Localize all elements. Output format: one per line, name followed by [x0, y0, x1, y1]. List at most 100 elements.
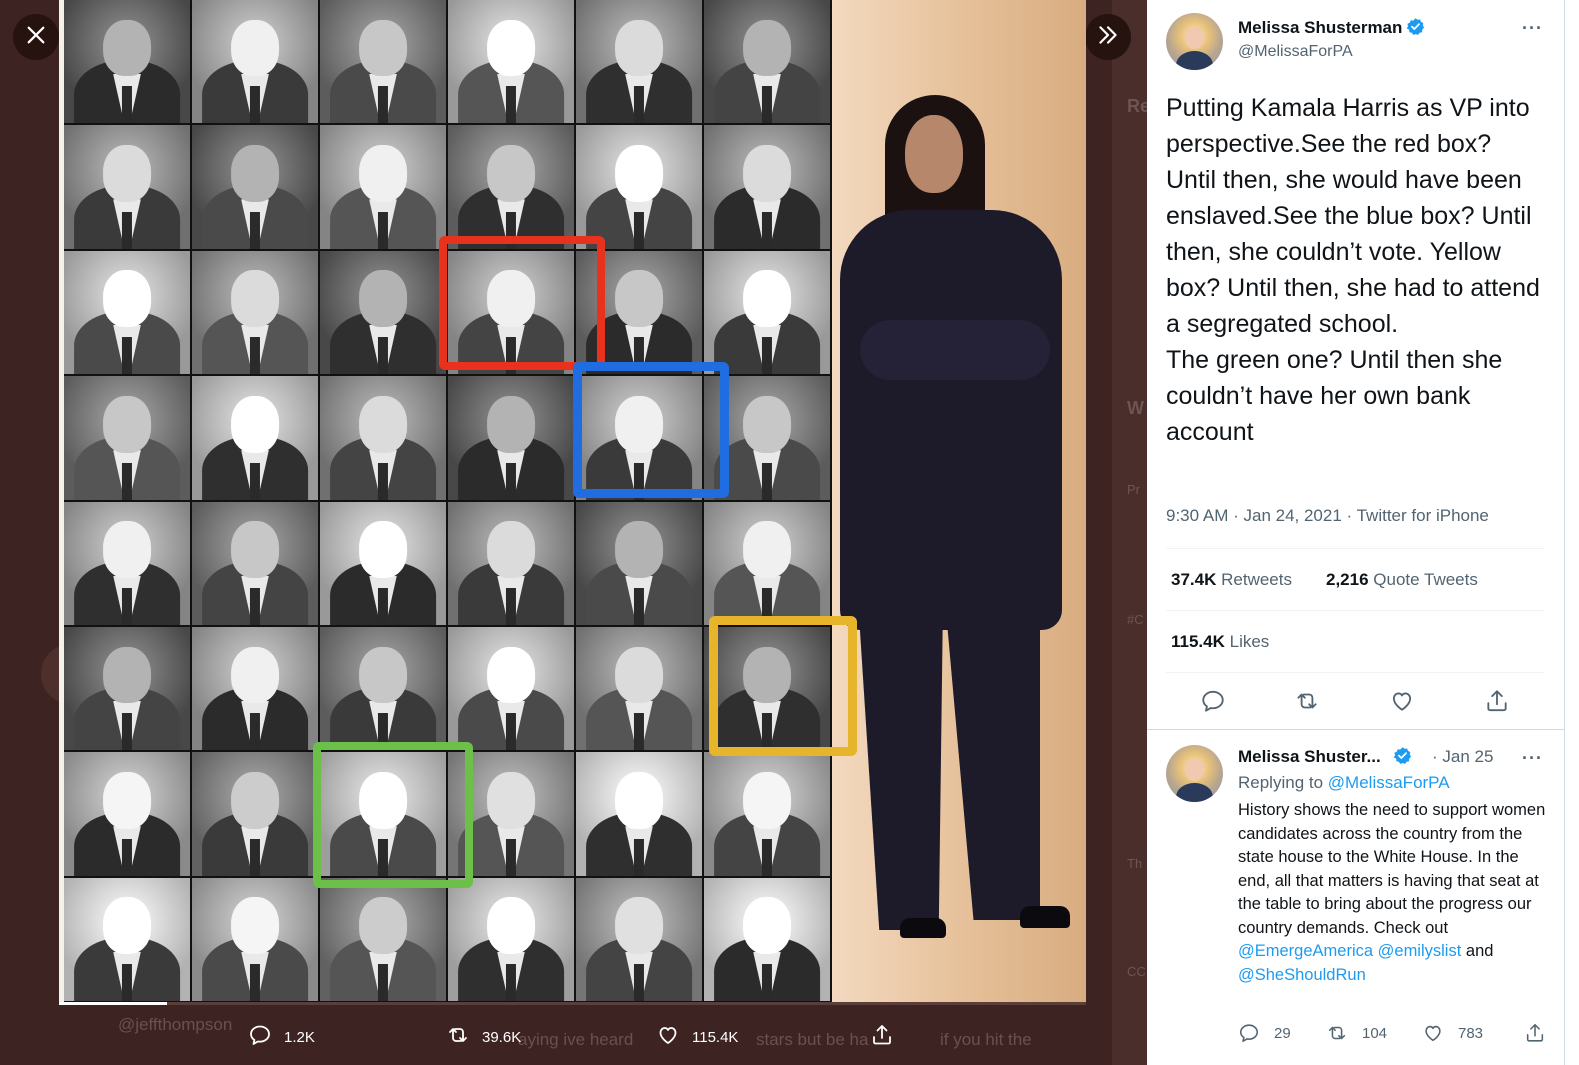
quote-tweets-stat[interactable]: 2,216 Quote Tweets [1326, 570, 1478, 590]
mention-link[interactable]: @emilyslist [1378, 942, 1462, 960]
vp-portrait [448, 877, 574, 1001]
portrait-tie [121, 713, 133, 751]
likes-stat[interactable]: 115.4K Likes [1171, 632, 1269, 652]
portrait-head [743, 771, 791, 829]
author-name[interactable]: Melissa Shusterman [1238, 17, 1425, 38]
reply-button[interactable] [1200, 688, 1226, 714]
vp-portrait [704, 626, 830, 751]
portrait-tie [505, 86, 517, 124]
retweets-count: 37.4K [1171, 570, 1217, 589]
reply-avatar[interactable] [1166, 745, 1223, 802]
more-horizontal-icon: ··· [1522, 18, 1543, 38]
harris-shoe-right [1020, 906, 1070, 928]
portrait-tie [249, 337, 261, 375]
portrait-head [359, 646, 407, 704]
author-handle[interactable]: @MelissaForPA [1238, 43, 1353, 61]
media-share-button[interactable] [870, 1023, 894, 1051]
portrait-head [615, 521, 663, 578]
share-button[interactable] [1484, 688, 1510, 714]
portrait-tie [121, 462, 133, 500]
portrait-tie [377, 211, 389, 249]
portrait-head [103, 145, 151, 202]
vp-portrait [576, 250, 702, 375]
media-retweet-button[interactable]: 39.6K [446, 1023, 521, 1051]
portrait-tie [121, 86, 133, 124]
portrait-head [103, 646, 151, 704]
portrait-tie [377, 462, 389, 500]
reply-like-button[interactable]: 783 [1422, 1022, 1483, 1044]
portrait-head [231, 19, 279, 77]
portrait-head [359, 19, 407, 77]
more-options-button[interactable]: ··· [1522, 18, 1543, 39]
mention-link[interactable]: @EmergeAmerica [1238, 942, 1373, 960]
vp-portrait [320, 877, 446, 1001]
portrait-tie [505, 713, 517, 751]
mention-link[interactable]: @SheShouldRun [1238, 966, 1366, 984]
portrait-head [487, 395, 535, 453]
avatar-body [1176, 782, 1213, 802]
portrait-head [743, 897, 791, 955]
reply-retweet-button[interactable]: 104 [1326, 1022, 1387, 1044]
vp-portrait [320, 125, 446, 249]
reply-author-name[interactable]: Melissa Shuster... [1238, 746, 1412, 767]
reply-icon [248, 1023, 272, 1051]
portrait-tie [761, 211, 773, 249]
retweet-button[interactable] [1294, 688, 1320, 714]
portrait-tie [633, 211, 645, 249]
reply-reply-button[interactable]: 29 [1238, 1022, 1291, 1044]
author-name-text: Melissa Shusterman [1238, 18, 1403, 37]
portrait-tie [761, 838, 773, 876]
close-button[interactable] [13, 14, 59, 60]
vp-portrait [320, 501, 446, 625]
reply-share-button[interactable] [1524, 1022, 1546, 1044]
tweet-time[interactable]: 9:30 AM [1166, 506, 1228, 525]
vp-portrait [576, 877, 702, 1001]
avatar[interactable] [1166, 13, 1223, 70]
vp-portrait [192, 752, 318, 876]
reply-date-text: Jan 25 [1442, 747, 1494, 766]
portrait-head [359, 771, 407, 829]
portrait-tie [633, 86, 645, 124]
hide-sidebar-button[interactable] [1085, 14, 1131, 60]
tweet-source[interactable]: Twitter for iPhone [1357, 506, 1489, 525]
media-like-button[interactable]: 115.4K [656, 1023, 738, 1051]
like-button[interactable] [1389, 688, 1415, 714]
background-reply-handle: @jeffthompson [118, 1015, 233, 1034]
reply-date[interactable]: · Jan 25 [1432, 747, 1493, 767]
portrait-head [231, 646, 279, 704]
portrait-head [743, 521, 791, 578]
background-fragment: CC [1127, 964, 1146, 979]
media-retweet-count: 39.6K [482, 1028, 522, 1046]
harris-face [905, 115, 963, 193]
tweet-timestamp: 9:30 AM · Jan 24, 2021 · Twitter for iPh… [1166, 506, 1489, 525]
background-fragment: W [1127, 398, 1144, 418]
vp-portrait [448, 376, 574, 500]
background-fragment: Pr [1127, 482, 1140, 497]
avatar-face [1185, 758, 1204, 782]
reply-more-options-button[interactable]: ··· [1522, 748, 1543, 769]
tweet-image[interactable] [59, 0, 1086, 1003]
retweets-stat[interactable]: 37.4K Retweets [1171, 570, 1292, 590]
replying-to-handle[interactable]: @MelissaForPA [1328, 773, 1450, 792]
portrait-head [359, 270, 407, 328]
portrait-head [103, 521, 151, 578]
reply-body: History shows the need to support women … [1238, 801, 1546, 937]
close-icon [25, 24, 47, 51]
harris-suit [840, 210, 1062, 630]
portrait-tie [761, 337, 773, 375]
media-reply-button[interactable]: 1.2K [248, 1023, 315, 1051]
avatar-face [1185, 26, 1204, 50]
vp-portrait [64, 752, 190, 876]
portrait-head [487, 897, 535, 955]
portrait-tie [633, 587, 645, 625]
portrait-head [231, 270, 279, 328]
portrait-tie [377, 587, 389, 625]
tweet-date[interactable]: Jan 24, 2021 [1243, 506, 1341, 525]
portrait-grid [64, 0, 832, 1003]
scrollbar-track[interactable] [1564, 0, 1579, 1065]
heart-icon [1425, 1025, 1441, 1042]
vp-portrait [64, 125, 190, 249]
media-reply-count: 1.2K [284, 1028, 315, 1046]
portrait-head [231, 395, 279, 453]
portrait-head [231, 897, 279, 955]
